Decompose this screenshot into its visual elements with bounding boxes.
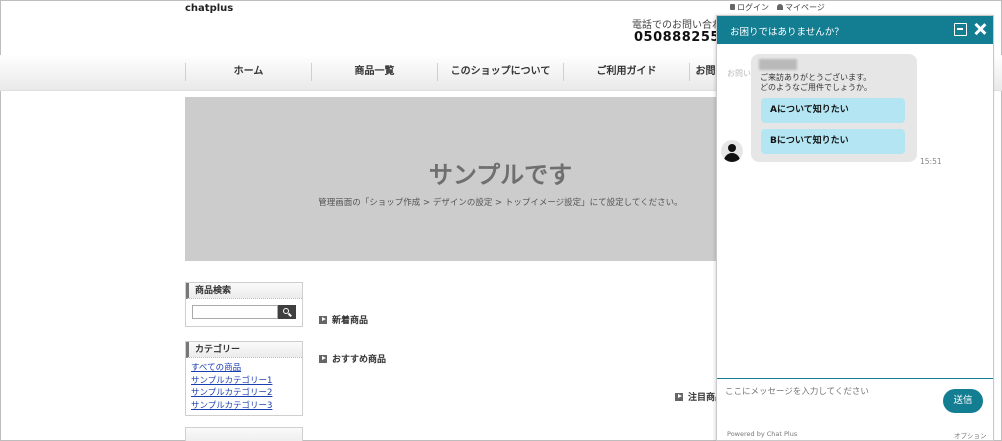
login-link[interactable]: ログイン [730, 2, 769, 13]
category-title: カテゴリー [186, 342, 302, 358]
product-search-box: 商品検索 [185, 282, 303, 327]
mypage-link[interactable]: マイページ [777, 2, 825, 13]
recommended-heading: おすすめ商品 [319, 352, 386, 365]
new-items-heading: 新着商品 [319, 313, 368, 326]
product-search-title: 商品検索 [186, 283, 302, 299]
sidebar-box-partial [185, 427, 303, 441]
nav-item-products[interactable]: 商品一覧 [311, 63, 437, 81]
arrow-icon [319, 354, 327, 363]
send-button[interactable]: 送信 [943, 389, 983, 413]
arrow-icon [319, 315, 327, 324]
mypage-label: マイページ [785, 3, 825, 12]
search-input[interactable] [192, 305, 278, 319]
category-link-all[interactable]: すべての商品 [191, 362, 297, 375]
category-box: カテゴリー すべての商品 サンプルカテゴリー1 サンプルカテゴリー2 サンプルカ… [185, 341, 303, 416]
option-a-button[interactable]: Aについて知りたい [761, 98, 905, 123]
chat-message-input[interactable] [725, 387, 935, 397]
option-b-button[interactable]: Bについて知りたい [761, 129, 905, 154]
chat-message-bubble: ご来訪ありがとうございます。 どのようなご用件でしょうか。 Aについて知りたい … [751, 54, 917, 162]
close-icon[interactable] [973, 22, 987, 36]
arrow-icon [675, 392, 683, 401]
search-button[interactable] [278, 305, 296, 319]
top-links: ログイン マイページ [730, 2, 825, 13]
chat-header: お困りではありませんか？ [717, 16, 993, 44]
category-link-1[interactable]: サンプルカテゴリー1 [191, 375, 297, 388]
category-link-3[interactable]: サンプルカテゴリー3 [191, 400, 297, 413]
message-time: 15:51 [920, 157, 942, 166]
ghost-text: お問い [727, 69, 751, 78]
nav-item-guide[interactable]: ご利用ガイド [563, 63, 689, 81]
category-list: すべての商品 サンプルカテゴリー1 サンプルカテゴリー2 サンプルカテゴリー3 [186, 358, 302, 415]
options-link[interactable]: オプション [954, 430, 987, 440]
chat-widget: お困りではありませんか？ お問い ご来訪ありがとうございます。 どのようなご用件… [716, 15, 994, 441]
category-link-2[interactable]: サンプルカテゴリー2 [191, 387, 297, 400]
operator-avatar [721, 140, 743, 162]
shop-logo[interactable]: chatplus [185, 3, 233, 14]
nav-item-home[interactable]: ホーム [185, 63, 311, 81]
message-line-2: どのようなご用件でしょうか。 [760, 83, 872, 92]
lock-icon [730, 4, 735, 10]
operator-name-blurred [759, 59, 797, 70]
search-row [186, 299, 302, 326]
login-label: ログイン [737, 3, 769, 12]
nav-item-about[interactable]: このショップについて [437, 63, 563, 81]
chat-input-area: 送信 [717, 378, 993, 426]
minimize-icon[interactable] [954, 23, 967, 36]
powered-by[interactable]: Powered by Chat Plus [727, 430, 797, 438]
chat-title: お困りではありませんか？ [730, 27, 844, 38]
user-icon [777, 4, 783, 10]
main-nav: ホーム 商品一覧 このショップについて ご利用ガイド お問 [185, 63, 721, 81]
